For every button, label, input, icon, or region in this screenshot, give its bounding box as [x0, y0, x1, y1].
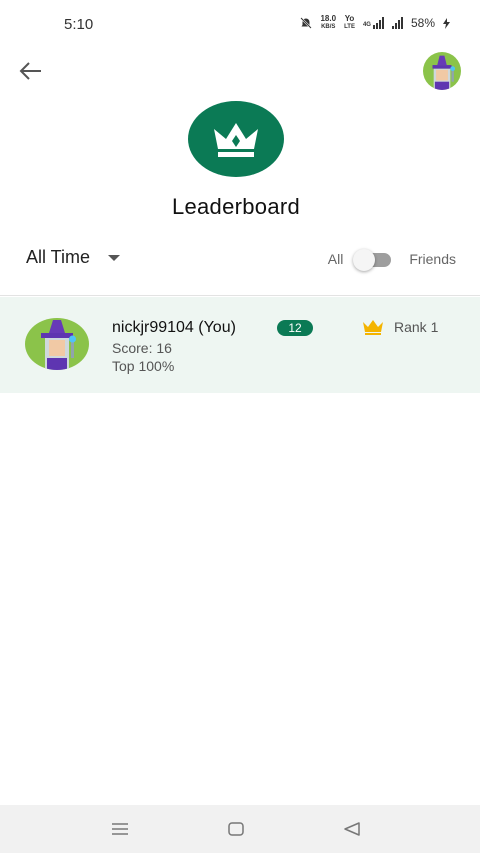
wizard-avatar-icon: [25, 318, 89, 370]
status-icons: 18.0 KB/S Yo LTE 4G 58%: [300, 15, 450, 31]
leaderboard-badge: [188, 101, 284, 177]
player-score: Score: 16: [112, 340, 172, 356]
rank-label: Rank 1: [394, 319, 439, 335]
toggle-label-friends: Friends: [409, 251, 456, 267]
alarm-off-icon: [300, 17, 313, 29]
signal-strength-icon: [372, 17, 384, 29]
player-name: nickjr99104 (You): [112, 319, 236, 336]
time-filter-dropdown[interactable]: All Time: [26, 247, 121, 268]
user-avatar: [25, 318, 89, 370]
menu-icon: [112, 823, 128, 835]
home-button[interactable]: [224, 819, 248, 839]
status-time: 5:10: [64, 16, 94, 33]
page-title: Leaderboard: [171, 194, 301, 219]
toggle-label-all: All: [327, 251, 344, 267]
friends-filter: All Friends: [327, 249, 456, 271]
system-back-button[interactable]: [340, 819, 364, 839]
back-button[interactable]: [16, 56, 46, 86]
signal-strength-icon-2: [391, 17, 403, 29]
charging-icon: [443, 17, 450, 29]
level-badge: 12: [277, 320, 313, 336]
status-bar: 5:10 18.0 KB/S Yo LTE 4G 58%: [0, 0, 480, 48]
divider: [0, 295, 480, 296]
crown-icon: [214, 123, 258, 157]
net-speed: 18.0 KB/S: [320, 14, 337, 31]
arrow-left-icon: [19, 62, 41, 80]
crown-icon: [363, 320, 383, 335]
signal-4g: 4G: [363, 17, 384, 29]
volte-indicator: Yo LTE: [344, 14, 355, 31]
profile-avatar[interactable]: [423, 52, 461, 90]
caret-down-icon: [108, 254, 121, 261]
back-triangle-icon: [344, 822, 360, 836]
wizard-avatar-icon: [423, 52, 461, 90]
home-square-icon: [228, 822, 244, 836]
recent-apps-button[interactable]: [108, 819, 132, 839]
battery-level: 58%: [410, 16, 435, 30]
time-filter-value: All Time: [26, 247, 91, 267]
leaderboard-row[interactable]: nickjr99104 (You) 12 Score: 16 Top 100% …: [0, 297, 480, 393]
system-nav-bar: [0, 805, 480, 853]
rank: Rank 1: [362, 319, 438, 335]
friends-toggle-switch[interactable]: [353, 249, 395, 271]
toggle-thumb: [353, 249, 376, 271]
player-percentile: Top 100%: [112, 358, 175, 374]
